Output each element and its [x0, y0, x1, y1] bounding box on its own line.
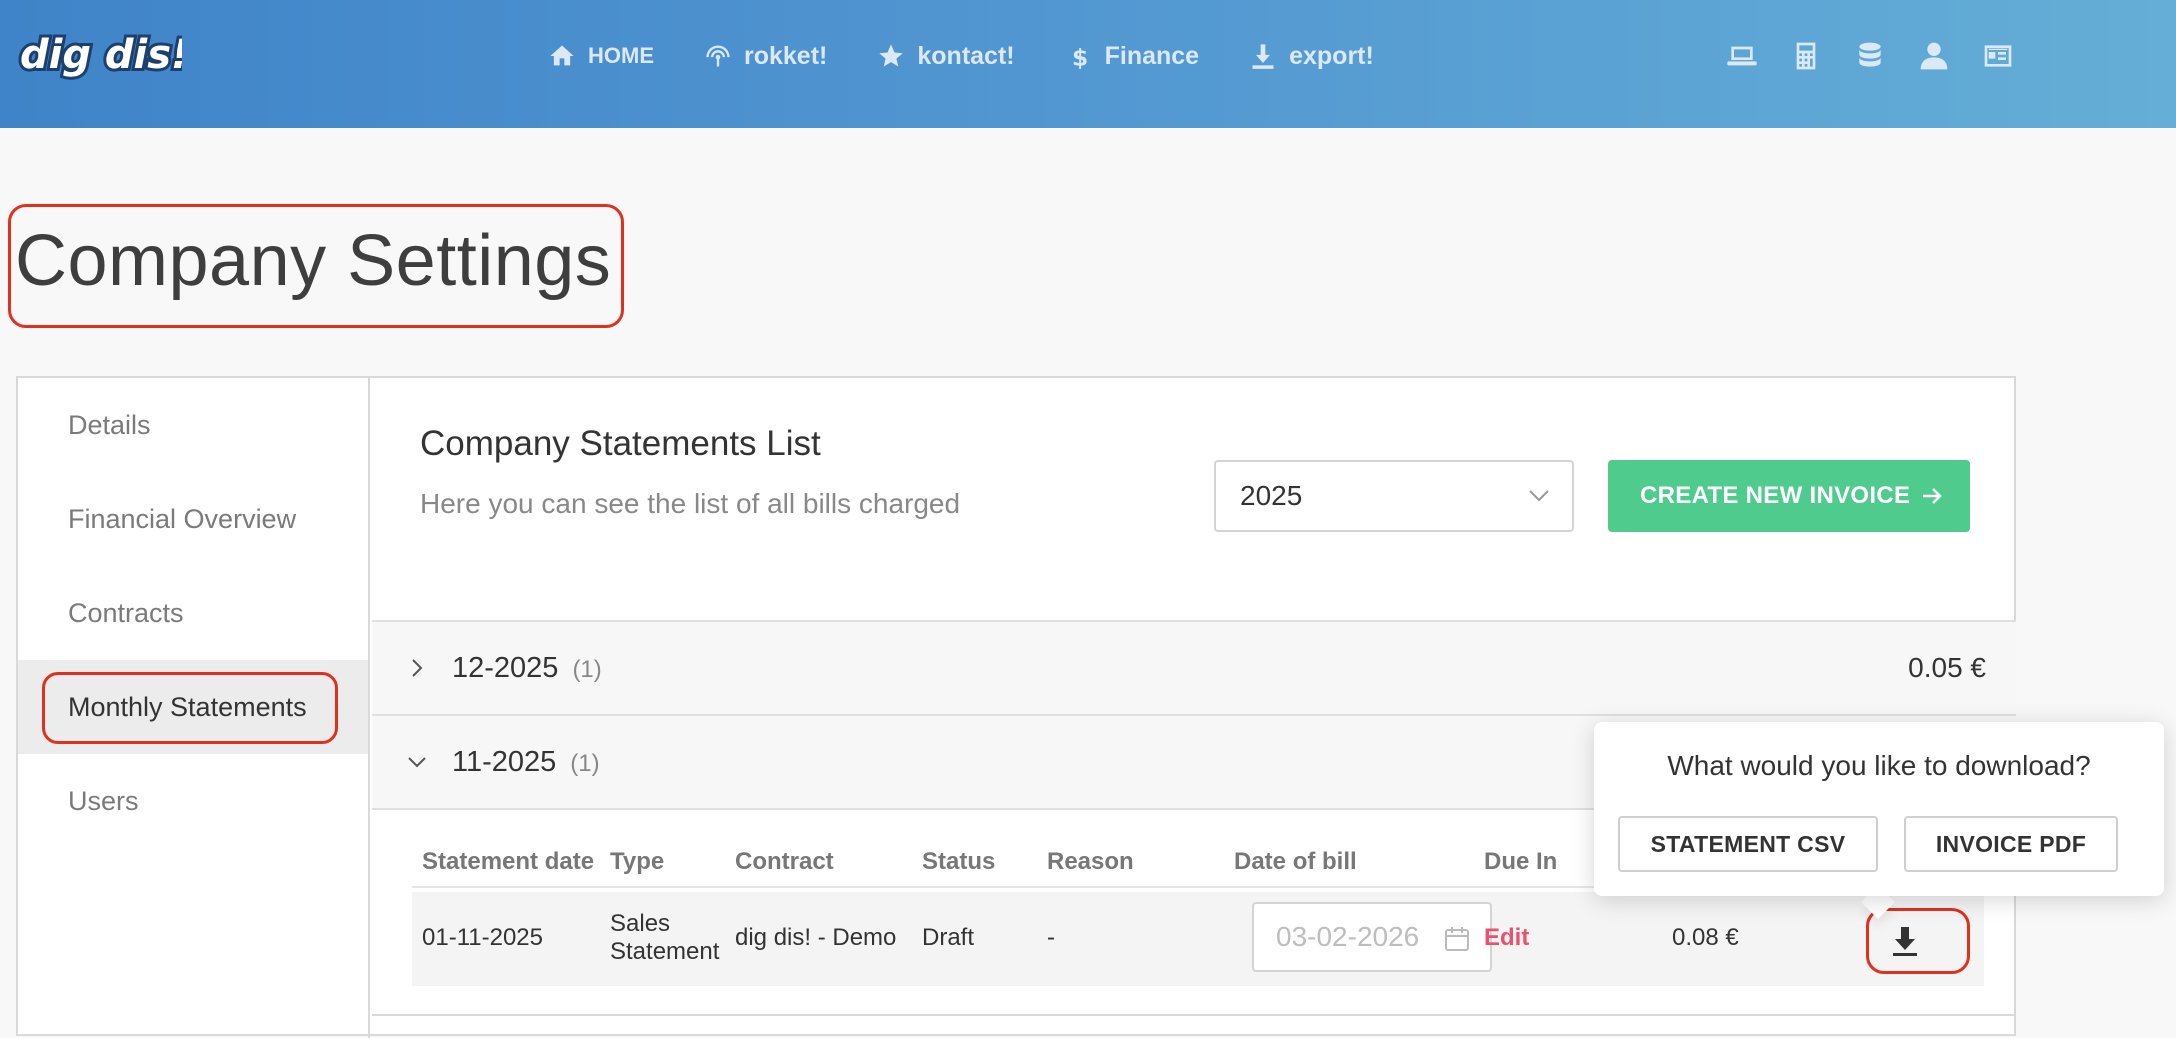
id-card-button[interactable] — [1978, 36, 2018, 76]
sidebar-item-details[interactable]: Details — [18, 378, 368, 472]
svg-text:$: $ — [1072, 43, 1088, 70]
arrow-right-icon — [1923, 488, 1942, 504]
statement-csv-button[interactable]: STATEMENT CSV — [1618, 816, 1878, 872]
database-button[interactable] — [1850, 36, 1890, 76]
column-header: Statement date — [422, 848, 595, 875]
group-month: 11-2025 — [452, 745, 557, 778]
column-header: Contract — [735, 848, 834, 875]
statement-type: Sales Statement — [610, 910, 719, 966]
statement-type-line: Statement — [610, 938, 720, 965]
download-question: What would you like to download? — [1667, 750, 2091, 781]
nav-home-label: HOME — [588, 43, 654, 68]
nav-finance[interactable]: $ Finance — [1065, 42, 1199, 71]
statements-subtitle: Here you can see the list of all bills c… — [420, 488, 961, 519]
signal-icon — [706, 45, 730, 67]
table-row: 01-11-2025 Sales Statement dig dis! - De… — [412, 892, 1984, 986]
sidebar-item-users[interactable]: Users — [18, 754, 368, 848]
statement-contract: dig dis! - Demo — [735, 924, 897, 951]
nav-rokket[interactable]: rokket! — [704, 42, 827, 71]
statement-reason: - — [1047, 924, 1055, 951]
chevron-right-icon — [412, 659, 423, 677]
column-header: Reason — [1047, 848, 1134, 875]
statement-date: 01-11-2025 — [422, 924, 543, 951]
settings-card: Details Financial Overview Contracts Mon… — [16, 376, 2016, 1038]
laptop-icon — [1727, 46, 1757, 66]
sidebar-item-contracts[interactable]: Contracts — [18, 566, 368, 660]
download-popover: What would you like to download? STATEME… — [1594, 722, 2164, 896]
invoice-pdf-button[interactable]: INVOICE PDF — [1904, 816, 2118, 872]
main-nav: HOME rokket! kontact! $ Finance export! — [548, 38, 1424, 74]
nav-kontact-label: kontact! — [917, 41, 1015, 70]
year-select[interactable]: 2025 — [1214, 460, 1574, 532]
calendar-icon — [1445, 927, 1469, 951]
sidebar-item-financial-overview[interactable]: Financial Overview — [18, 472, 368, 566]
settings-sidebar: Details Financial Overview Contracts Mon… — [18, 378, 370, 1038]
id-card-icon — [1984, 45, 2012, 67]
year-select-value: 2025 — [1240, 480, 1303, 511]
chevron-down-icon — [408, 757, 426, 768]
download-icon — [1252, 44, 1274, 69]
star-icon — [879, 44, 904, 67]
nav-kontact[interactable]: kontact! — [877, 41, 1015, 71]
digdis-logo[interactable]: dig dis! — [14, 24, 182, 84]
statements-panel: Company Statements List Here you can see… — [372, 378, 2016, 1038]
chevron-down-icon — [1529, 490, 1549, 502]
group-label: 11-2025 (1) — [452, 746, 600, 779]
column-header: Due In — [1484, 848, 1558, 875]
nav-export-label: export! — [1289, 41, 1374, 70]
svg-text:dig dis!: dig dis! — [20, 32, 182, 78]
group-amount: 0.05 € — [1908, 652, 1986, 683]
create-new-invoice-label: CREATE NEW INVOICE — [1640, 482, 1911, 509]
group-count: (1) — [570, 749, 600, 777]
nav-utility-icons — [1722, 36, 2042, 76]
group-month: 12-2025 — [452, 651, 559, 684]
laptop-button[interactable] — [1722, 36, 1762, 76]
column-header: Type — [610, 848, 665, 875]
date-of-bill-value: 03-02-2026 — [1276, 921, 1420, 952]
edit-link[interactable]: Edit — [1484, 924, 1529, 952]
statement-type-line: Sales — [610, 910, 671, 937]
user-icon — [1920, 42, 1948, 70]
download-highlight-box — [1866, 908, 1970, 974]
card-bottom-divider — [372, 1014, 2016, 1016]
nav-rokket-label: rokket! — [744, 41, 828, 70]
column-header: Date of bill — [1234, 848, 1357, 875]
statement-amount: 0.08 € — [1672, 924, 1739, 951]
statement-status: Draft — [922, 924, 975, 951]
calculator-icon — [1796, 42, 1816, 70]
nav-finance-label: Finance — [1104, 41, 1200, 70]
statements-title: Company Statements List — [420, 424, 821, 463]
database-icon — [1859, 42, 1881, 67]
user-button[interactable] — [1914, 36, 1954, 76]
calculator-button[interactable] — [1786, 36, 1826, 76]
sidebar-highlight-box — [42, 672, 338, 744]
group-count: (1) — [572, 655, 602, 683]
nav-export[interactable]: export! — [1249, 42, 1374, 71]
date-of-bill-input[interactable]: 03-02-2026 — [1252, 902, 1492, 972]
create-new-invoice-button[interactable]: CREATE NEW INVOICE — [1608, 460, 1970, 532]
page-title: Company Settings — [15, 221, 612, 301]
home-icon — [550, 45, 574, 66]
group-row-12-2025[interactable]: 12-2025 (1) 0.05 € — [372, 620, 2016, 714]
nav-home[interactable]: HOME — [548, 42, 654, 70]
dollar-icon: $ — [1072, 43, 1088, 70]
column-header: Status — [922, 848, 996, 875]
group-label: 12-2025 (1) — [452, 652, 602, 685]
top-navbar: dig dis! HOME rokket! kontact! $ Finance… — [0, 0, 2176, 128]
